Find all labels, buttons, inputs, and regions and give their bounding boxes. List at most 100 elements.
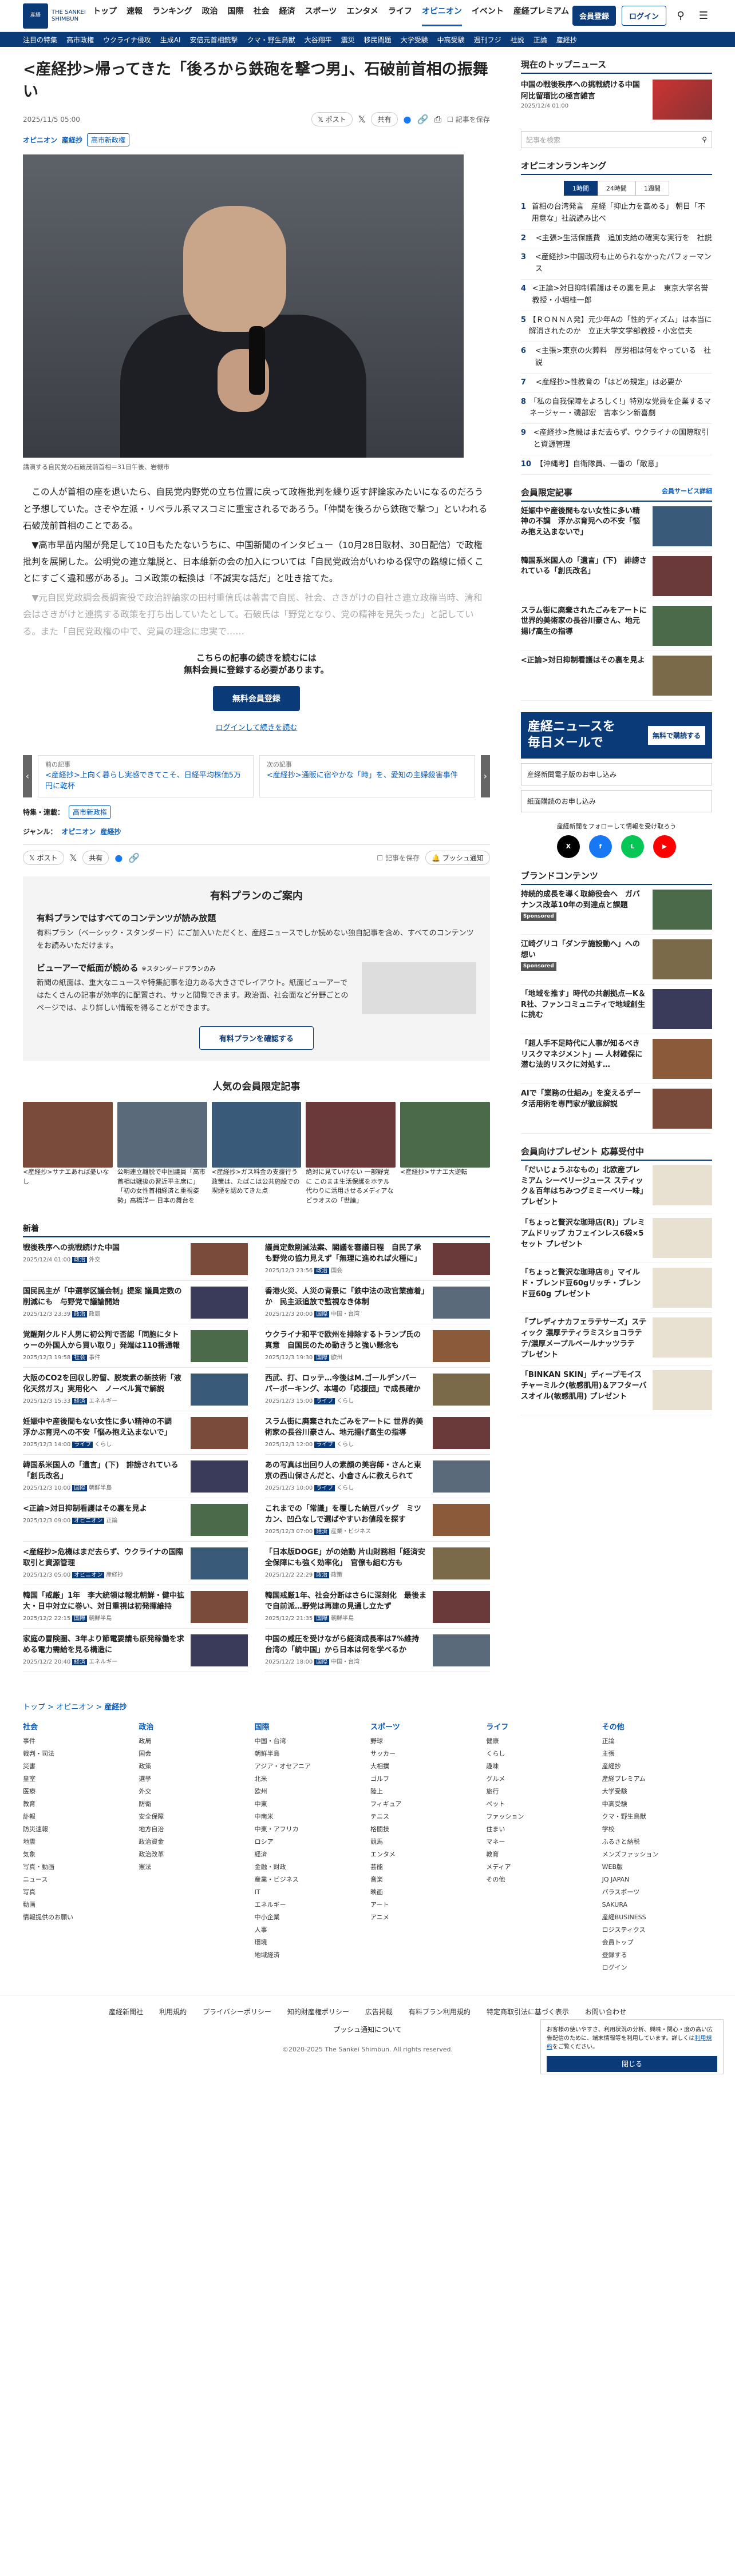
present-item[interactable]: 「ちょっと贅沢な珈琲店(R)」プレミアムドリップ カフェインレス6袋×5セット … [520,1213,712,1264]
footer-link[interactable]: メディア [486,1861,596,1874]
footer-link[interactable]: 大相撲 [370,1760,480,1773]
footer-link[interactable]: 陸上 [370,1785,480,1798]
news-subcategory[interactable]: 事件 [89,1355,100,1361]
subnav-item[interactable]: 週刊フジ [474,35,501,45]
nav-item[interactable]: イベント [472,5,504,26]
footer-link[interactable]: 健康 [486,1735,596,1748]
news-category[interactable]: 国際 [314,1658,330,1665]
footer-link[interactable]: 事件 [23,1735,133,1748]
ranking-tab[interactable]: 1時間 [563,181,598,196]
line-icon[interactable]: L [621,835,644,858]
footer-link[interactable]: 朝鮮半島 [255,1748,365,1760]
news-subcategory[interactable]: くらし [94,1442,112,1448]
genre-link[interactable]: オピニオン [61,827,96,836]
news-item[interactable]: 国民民主が「中選挙区議会制」提案 議員定数の削減にも 与野党で議論開始 2025/… [23,1281,248,1325]
check-plan-button[interactable]: 有料プランを確認する [199,1026,314,1050]
footer-link[interactable]: エンタメ [370,1848,480,1861]
news-subcategory[interactable]: 欧州 [331,1355,342,1361]
footer-bottom-link[interactable]: お問い合わせ [585,2007,626,2017]
login-continue-link[interactable]: ログインして続きを読む [23,721,490,732]
footer-link[interactable]: アート [370,1899,480,1911]
news-subcategory[interactable]: 国会 [331,1268,342,1274]
mail-subscribe-box[interactable]: 産経ニュースを 毎日メールで 無料で購読する [520,712,712,759]
breadcrumb-item[interactable]: オピニオン [56,1703,93,1712]
footer-bottom-link[interactable]: プライバシーポリシー [203,2007,271,2017]
top-news-item[interactable]: 中国の戦後秩序への挑戦続ける中国 阿比留瑠比の極言雑言 2025/12/4 01:… [521,80,712,120]
news-item[interactable]: 韓国戒厳1年、社会分断はさらに深刻化 最後まで自前派…野党は再建の見通し立たず 2… [264,1585,490,1629]
footer-bottom-link[interactable]: 広告掲載 [365,2007,393,2017]
footer-link[interactable]: 映画 [370,1886,480,1899]
ranking-card[interactable]: 絶対に見ていけない 一部野党に このまま生活保護をホテル代わりに活用させるメディ… [306,1102,396,1205]
news-category[interactable]: オピニオン [72,1571,105,1578]
youtube-icon[interactable]: ▶ [653,835,676,858]
footer-link[interactable]: 住まい [486,1823,596,1836]
site-logo[interactable]: 産経 [23,3,48,29]
footer-link[interactable]: エネルギー [255,1899,365,1911]
footer-link[interactable]: 中南米 [255,1811,365,1823]
x-icon[interactable]: X [556,835,580,858]
menu-icon[interactable]: ☰ [695,10,712,22]
member-service-link[interactable]: 会員サービス詳細 [662,486,712,498]
footer-link[interactable]: 音楽 [370,1874,480,1886]
nav-item[interactable]: エンタメ [346,5,378,26]
subnav-item[interactable]: 社説 [511,35,524,45]
nav-item[interactable]: 経済 [279,5,295,26]
nav-item[interactable]: オピニオン [421,5,462,26]
breadcrumb-item[interactable]: 産経抄 [104,1703,127,1712]
link-icon[interactable]: 🔗 [128,852,140,863]
news-subcategory[interactable]: 朝鮮半島 [89,1616,112,1622]
footer-link[interactable]: 写真・動画 [23,1861,133,1874]
news-item[interactable]: 韓国「戒厳」1年 李大統領は報北朝鮮・健中拡大・日中対立に巻い、対日重視は初発揮… [23,1585,248,1629]
footer-link[interactable]: クマ・野生鳥獣 [602,1811,712,1823]
footer-link[interactable]: 経済 [255,1848,365,1861]
news-subcategory[interactable]: くらし [337,1442,354,1448]
ranking-item[interactable]: 3 <産経抄>中国政府も止められなかったパフォーマンス [520,248,712,280]
footer-link[interactable]: SAKURA [602,1899,712,1911]
footer-link[interactable]: 防災速報 [23,1823,133,1836]
footer-link[interactable]: 格闘技 [370,1823,480,1836]
prev-arrow-icon[interactable]: ‹ [23,755,32,797]
footer-link[interactable]: 芸能 [370,1861,480,1874]
ranking-card[interactable]: 公明連立離脱で中国議員「高市首相は戦後の習近平主席に」「初の女性首相経済と重視姿… [117,1102,207,1205]
save-article-button[interactable]: ☐ 記事を保存 [377,853,420,863]
footer-link[interactable]: 人事 [255,1924,365,1936]
save-article-button[interactable]: ☐ 記事を保存 [447,114,490,124]
footer-link[interactable]: メンズファッション [602,1848,712,1861]
news-category[interactable]: 国際 [72,1615,88,1622]
nav-item[interactable]: 政治 [202,5,218,26]
news-category[interactable]: 政治 [314,1571,330,1578]
footer-column-title[interactable]: スポーツ [370,1721,480,1732]
footer-link[interactable]: 正論 [602,1735,712,1748]
subnav-item[interactable]: 高市政権 [66,35,94,45]
news-category[interactable]: ライフ [72,1441,93,1448]
news-category[interactable]: 経済 [314,1528,330,1535]
footer-link[interactable]: 気象 [23,1848,133,1861]
news-category[interactable]: 政治 [72,1311,88,1317]
footer-link[interactable]: グルメ [486,1773,596,1785]
brand-item[interactable]: 「超人手不足時代に人事が知るべきリスクマネジメント」― 人材確保に潜む法的リスク… [520,1034,712,1084]
news-subcategory[interactable]: 正論 [106,1518,117,1524]
footer-link[interactable]: 政治改革 [139,1848,248,1861]
login-button[interactable]: ログイン [621,6,666,26]
nav-item[interactable]: 国際 [228,5,244,26]
footer-link[interactable]: 皇室 [23,1773,133,1785]
footer-link[interactable]: 憲法 [139,1861,248,1874]
footer-link[interactable]: その他 [486,1874,596,1886]
footer-link[interactable]: アニメ [370,1911,480,1924]
news-item[interactable]: <正論>対日抑制看護はその裏を見よ 2025/12/3 09:00 オピニオン 正論 [23,1498,248,1542]
news-subcategory[interactable]: 政策 [331,1572,342,1578]
feature-tag[interactable]: 高市新政権 [69,805,112,819]
nav-item[interactable]: ライフ [388,5,412,26]
nav-item[interactable]: スポーツ [305,5,337,26]
footer-link[interactable]: 政策 [139,1760,248,1773]
brand-item[interactable]: 持続的成長を導く取締役会へ ガバナンス改革10年の到達点と課題 Sponsored [520,885,712,935]
news-subcategory[interactable]: 産経抄 [106,1572,123,1578]
footer-link[interactable]: テニス [370,1811,480,1823]
news-category[interactable]: 経済 [72,1658,88,1665]
facebook-icon[interactable]: ● [404,114,412,125]
footer-link[interactable]: 産経プレミアム [602,1773,712,1785]
footer-link[interactable]: 国会 [139,1748,248,1760]
nav-item[interactable]: 社会 [254,5,270,26]
brand-item[interactable]: 「地域を推す」時代の共創拠点—K＆R社、ファンコミュニティで地域創生に挑む [520,985,712,1034]
news-subcategory[interactable]: エネルギー [89,1659,117,1665]
